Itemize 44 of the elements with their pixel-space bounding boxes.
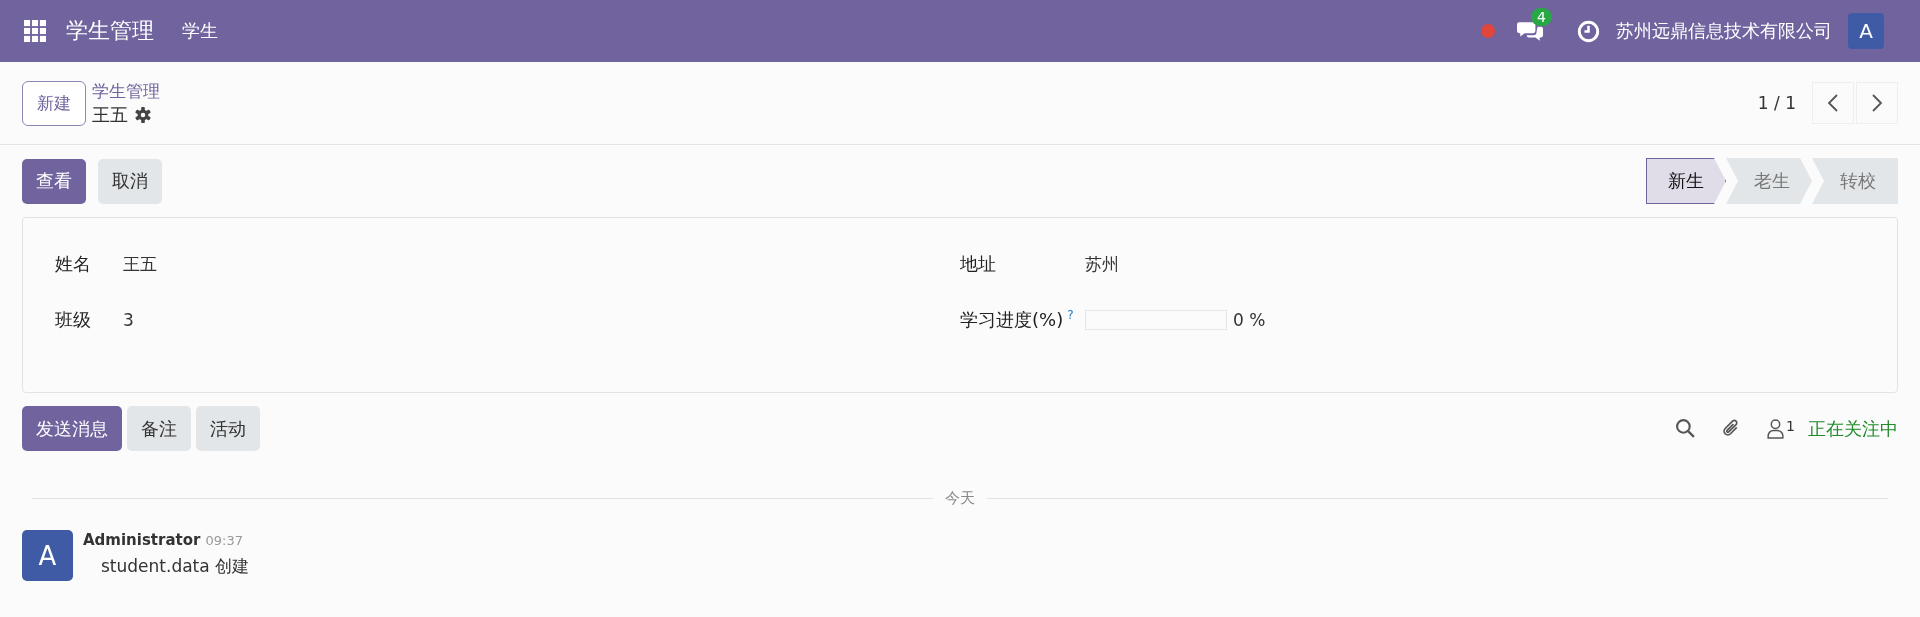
message-time: 09:37 xyxy=(205,533,243,548)
user-avatar[interactable]: A xyxy=(1848,13,1884,49)
field-label: 班级 xyxy=(55,308,92,332)
follower-count: 1 xyxy=(1786,418,1795,434)
clock-icon[interactable] xyxy=(1577,19,1600,43)
chevron-left-icon xyxy=(1827,93,1839,113)
field-label: 姓名 xyxy=(55,252,92,276)
view-button[interactable]: 查看 xyxy=(22,158,86,204)
status-stage[interactable]: 转校 xyxy=(1812,158,1898,204)
record-name: 王五 xyxy=(92,102,128,127)
field-value: 王五 xyxy=(123,252,157,276)
person-icon[interactable] xyxy=(1767,418,1785,439)
pager-counter: 1 / 1 xyxy=(1757,93,1796,113)
chevron-right-icon xyxy=(1871,93,1883,113)
message-count-badge: 4 xyxy=(1531,8,1552,26)
date-separator: 今天 xyxy=(944,489,976,508)
new-button[interactable]: 新建 xyxy=(22,80,86,126)
cancel-button[interactable]: 取消 xyxy=(98,158,162,204)
previous-button[interactable] xyxy=(1812,82,1854,124)
status-dot-icon[interactable] xyxy=(1481,24,1495,38)
chatter-button[interactable]: 备注 xyxy=(127,406,191,451)
author-avatar: A xyxy=(22,530,73,581)
company-name[interactable]: 苏州远鼎信息技术有限公司 xyxy=(1616,19,1832,43)
search-icon[interactable] xyxy=(1675,418,1697,439)
gear-icon[interactable] xyxy=(134,105,152,124)
breadcrumb-link[interactable]: 学生管理 xyxy=(92,79,160,103)
field-value: 苏州 xyxy=(1085,252,1119,276)
next-button[interactable] xyxy=(1856,82,1898,124)
field-value: 3 xyxy=(123,310,134,330)
following-status[interactable]: 正在关注中 xyxy=(1808,416,1898,441)
status-stage[interactable]: 新生 xyxy=(1646,158,1726,204)
author-name[interactable]: Administrator xyxy=(83,531,201,549)
chat-icon[interactable] xyxy=(1517,20,1543,42)
send-message-button[interactable]: 发送消息 xyxy=(22,406,122,451)
status-stage[interactable]: 老生 xyxy=(1726,158,1812,204)
apps-menu-icon[interactable] xyxy=(24,20,46,42)
menu-item[interactable]: 学生 xyxy=(182,19,218,43)
progress-reading: 0 % xyxy=(1233,310,1266,330)
message-body: student.data 创建 xyxy=(101,555,250,578)
field-label: 学习进度(%) $^{?}$ xyxy=(960,308,1075,332)
chatter-button[interactable]: 活动 xyxy=(196,406,260,451)
field-label: 地址 xyxy=(960,252,997,276)
help-tooltip-mark[interactable]: ? xyxy=(1067,308,1074,322)
app-name[interactable]: 学生管理 xyxy=(66,16,154,46)
